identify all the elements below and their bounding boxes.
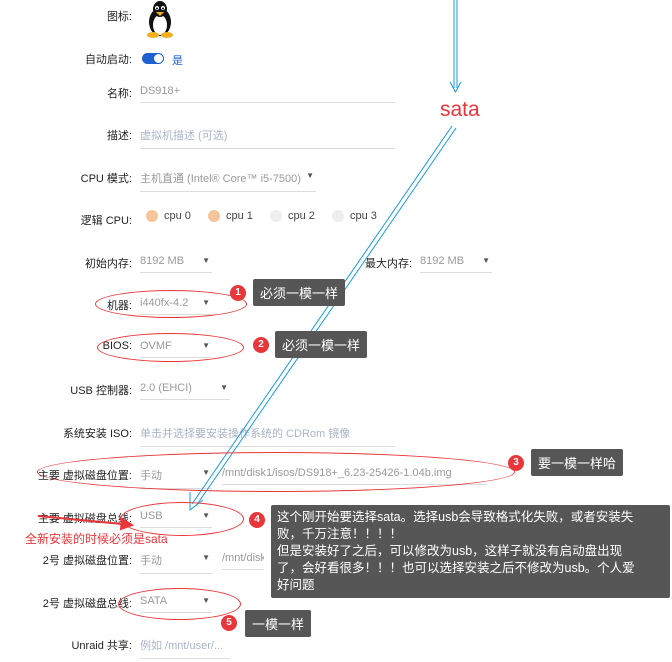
- sata-annotation-text: sata: [440, 98, 480, 121]
- note-5-callout: 一模一样: [245, 610, 312, 637]
- vdisk2-bus-highlight-oval: [118, 588, 241, 620]
- note-2-callout: 必须一模一样: [275, 331, 368, 358]
- red-arrow: [37, 515, 135, 531]
- top-blue-arrow: [449, 0, 462, 94]
- note-3-callout: 要一模一样哈: [531, 449, 624, 476]
- note-4-line-4: 了，会好看很多！！！也可以选择安装之后不修改为usb。个人爱: [277, 561, 635, 575]
- note-4-line-5: 好问题: [277, 578, 315, 592]
- note-5-badge: 5: [221, 615, 237, 631]
- note-4-line-1: 这个刚开始要选择sata。选择usb会导致格式化失败，或者安装失: [277, 510, 634, 524]
- note-4-line-3: 但是安装好了之后，可以修改为usb，这样子就没有启动盘出现: [277, 544, 623, 558]
- note-2-badge: 2: [253, 337, 269, 353]
- note-3-badge: 3: [508, 455, 524, 471]
- vdisk1-bus-highlight-oval: [120, 502, 244, 536]
- note-4-callout: 这个刚开始要选择sata。选择usb会导致格式化失败，或者安装失 败，千万注意！…: [271, 505, 670, 598]
- vdisk1-highlight-oval: [37, 452, 515, 492]
- machine-highlight-oval: [95, 290, 247, 318]
- note-4-badge: 4: [249, 512, 265, 528]
- bios-highlight-oval: [97, 333, 244, 362]
- note-4-line-2: 败，千万注意！！！！: [277, 527, 403, 541]
- note-1-badge: 1: [230, 285, 246, 301]
- note-1-callout: 必须一模一样: [253, 279, 346, 306]
